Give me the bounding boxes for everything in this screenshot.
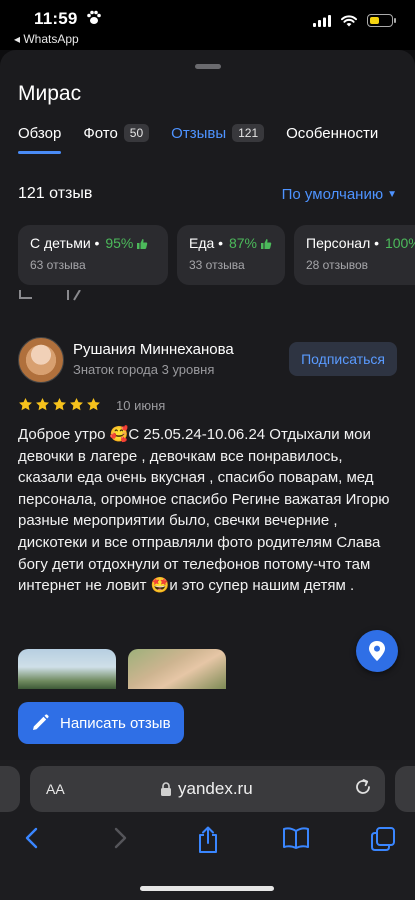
- home-indicator[interactable]: [140, 886, 274, 891]
- paw-icon: [87, 10, 101, 24]
- review-photo[interactable]: [128, 649, 226, 689]
- review-photo[interactable]: [18, 649, 116, 689]
- write-review-label: Написать отзыв: [60, 714, 171, 732]
- back-arrow-icon[interactable]: [22, 826, 40, 850]
- review-text: Доброе утро 🥰С 25.05.24-10.06.24 Отдыхал…: [18, 426, 390, 595]
- tabs-icon[interactable]: [370, 826, 396, 852]
- thumbs-up-icon: [137, 239, 148, 249]
- reload-icon[interactable]: [353, 777, 373, 797]
- chip-percent: 87%: [228, 235, 258, 251]
- share-icon[interactable]: [196, 826, 220, 854]
- bookmarks-icon[interactable]: [282, 826, 310, 850]
- chip-count: 63 отзыва: [30, 258, 86, 272]
- author-avatar[interactable]: [18, 337, 64, 383]
- place-title: Мирас: [18, 82, 82, 105]
- reviews-count-heading: 121 отзыв: [18, 185, 93, 202]
- star-icon: [87, 397, 100, 411]
- tab-overview[interactable]: Обзор: [18, 124, 62, 154]
- chip-label: С детьми •: [30, 235, 100, 251]
- like-dislike-icons-fragment: [19, 290, 81, 301]
- url-display[interactable]: yandex.ru: [160, 779, 253, 799]
- star-icon: [53, 397, 66, 411]
- author-name[interactable]: Рушания Миннеханова: [73, 341, 234, 358]
- place-sheet: Мирас Обзор Фото 50 Отзывы 121 Особеннос…: [0, 50, 415, 760]
- forward-arrow-icon[interactable]: [112, 826, 130, 850]
- aspect-chip-food[interactable]: Еда • 87% 33 отзыва: [177, 225, 285, 285]
- reader-options-button[interactable]: AA: [46, 781, 65, 797]
- sheet-grabber[interactable]: [195, 64, 221, 69]
- tab-photos[interactable]: Фото 50: [83, 124, 150, 154]
- chip-count: 33 отзыва: [189, 258, 245, 272]
- tab-count-badge: 121: [232, 124, 265, 142]
- back-to-app-link[interactable]: ◂ WhatsApp: [14, 32, 79, 46]
- write-review-button[interactable]: Написать отзыв: [18, 702, 184, 744]
- tab-label: Отзывы: [171, 124, 227, 142]
- star-icon: [36, 397, 49, 411]
- star-icon: [19, 397, 32, 411]
- chip-label: Персонал •: [306, 235, 380, 251]
- aspect-chip-kids[interactable]: С детьми • 95% 63 отзыва: [18, 225, 168, 285]
- lock-icon: [161, 782, 171, 796]
- status-time: 11:59: [34, 9, 78, 28]
- pencil-icon: [33, 714, 49, 730]
- sort-dropdown[interactable]: По умолчанию ▼: [282, 186, 397, 203]
- address-bar[interactable]: AA yandex.ru: [30, 766, 385, 812]
- sort-label: По умолчанию: [281, 186, 384, 203]
- cellular-signal-icon: [313, 14, 331, 27]
- aspect-chip-staff[interactable]: Персонал • 100% 28 отзывов: [294, 225, 415, 285]
- tab-features[interactable]: Особенности: [286, 125, 378, 154]
- status-bar: 11:59 ◂ WhatsApp: [0, 0, 415, 50]
- thumbs-up-icon: [261, 239, 272, 249]
- chip-percent: 100%: [384, 235, 415, 251]
- chip-count: 28 отзывов: [306, 258, 369, 272]
- tab-label: Фото: [83, 124, 118, 142]
- tab-reviews[interactable]: Отзывы 121: [171, 124, 265, 154]
- tab-bar: Обзор Фото 50 Отзывы 121 Особенности: [18, 124, 400, 154]
- next-tab-preview[interactable]: [395, 766, 415, 812]
- browser-toolbar: [0, 826, 415, 856]
- author-level: Знаток города 3 уровня: [73, 362, 215, 377]
- subscribe-button[interactable]: Подписаться: [289, 342, 397, 376]
- review-date: 10 июня: [116, 398, 166, 413]
- rating-stars: [18, 397, 101, 412]
- caret-down-icon: ▼: [387, 189, 397, 200]
- location-pin-button[interactable]: [356, 630, 398, 672]
- wifi-icon: [341, 14, 357, 26]
- url-text: yandex.ru: [178, 779, 253, 798]
- tab-label: Особенности: [286, 124, 379, 142]
- chip-label: Еда •: [189, 235, 224, 251]
- map-pin-icon: [369, 641, 385, 661]
- battery-icon: [367, 14, 396, 27]
- browser-chrome: AA yandex.ru: [0, 760, 415, 900]
- aspect-chips: С детьми • 95% 63 отзыва Еда • 87% 33 от…: [18, 225, 415, 285]
- tab-count-badge: 50: [123, 124, 150, 142]
- star-icon: [70, 397, 83, 411]
- tab-label: Обзор: [18, 124, 62, 142]
- previous-tab-preview[interactable]: [0, 766, 20, 812]
- chip-percent: 95%: [105, 235, 134, 251]
